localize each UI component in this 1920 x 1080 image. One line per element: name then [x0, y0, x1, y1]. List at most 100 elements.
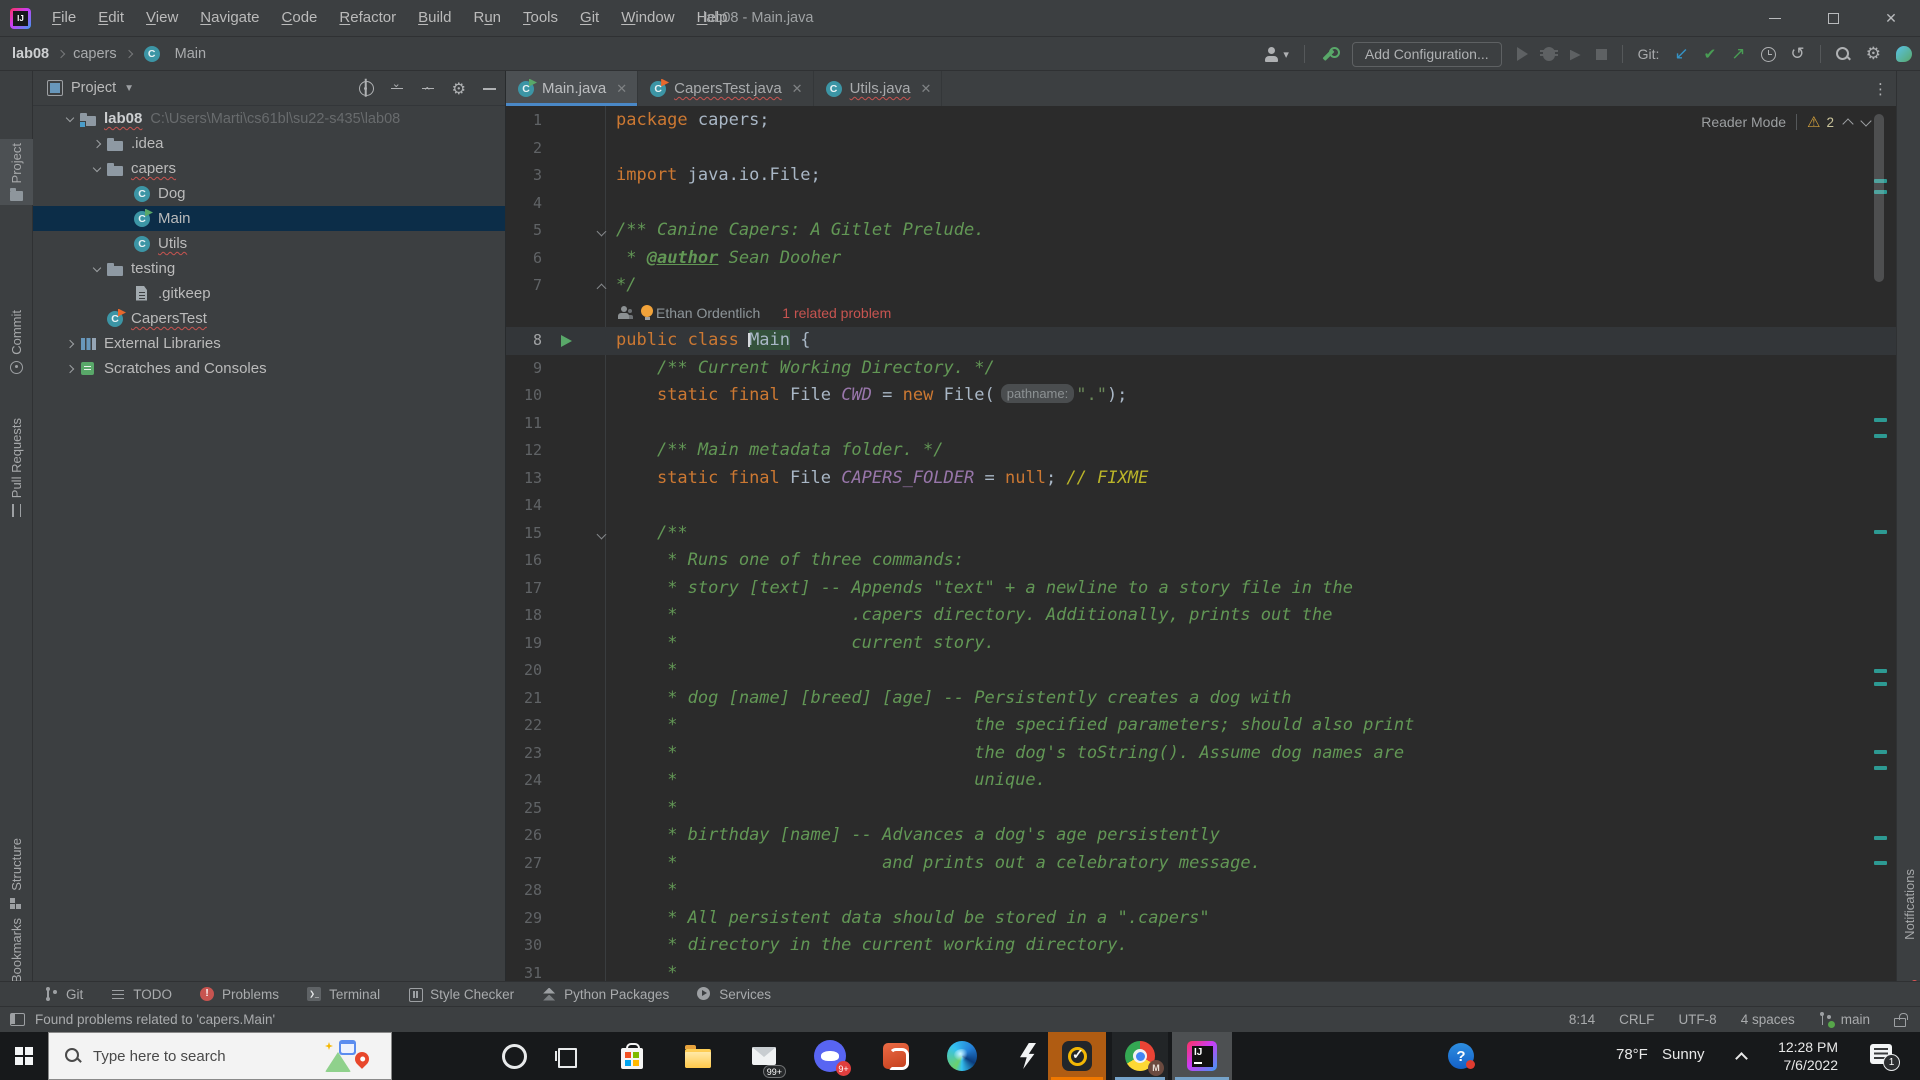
tree-item-capers[interactable]: capers [33, 156, 505, 181]
lock-icon[interactable] [1894, 1012, 1908, 1027]
sidebar-item-project[interactable]: Project [0, 139, 33, 206]
fold-down-icon[interactable] [596, 529, 607, 539]
line-separator[interactable]: CRLF [1619, 1012, 1654, 1027]
run-icon[interactable] [1516, 47, 1528, 61]
code-line-5[interactable]: 5 /** Canine Capers: A Gitlet Prelude. [506, 217, 1896, 245]
taskbar-clock[interactable]: 12:28 PM 7/6/2022 [1778, 1038, 1838, 1074]
code-line-12[interactable]: 12 /** Main metadata folder. */ [506, 437, 1896, 465]
code-line-15[interactable]: 15 /** [506, 520, 1896, 548]
analysis-stripe-mark[interactable] [1874, 418, 1887, 422]
lightning-app-button[interactable] [1004, 1032, 1052, 1080]
code-line-25[interactable]: 25 * [506, 795, 1896, 823]
tree-item-main[interactable]: Main [33, 206, 505, 231]
code-line-7[interactable]: 7 */ [506, 272, 1896, 300]
code-author[interactable]: Ethan Ordentlich [656, 305, 760, 321]
hide-panel-icon[interactable] [482, 81, 497, 96]
code-line-26[interactable]: 26 * birthday [name] -- Advances a dog's… [506, 822, 1896, 850]
weather-temperature[interactable]: 78°F [1616, 1046, 1648, 1063]
code-line-10[interactable]: 10 static final File CWD = new File(path… [506, 382, 1896, 410]
history-icon[interactable] [1760, 46, 1776, 62]
code-line-23[interactable]: 23 * the dog's toString(). Assume dog na… [506, 740, 1896, 768]
code-line-6[interactable]: 6 * @author Sean Dooher [506, 245, 1896, 273]
code-line-14[interactable]: 14 [506, 492, 1896, 520]
warning-count[interactable]: 2 [1826, 115, 1834, 130]
menu-refactor[interactable]: Refactor [328, 0, 407, 36]
menu-code[interactable]: Code [271, 0, 329, 36]
panel-settings-gear-icon[interactable]: ⚙ [452, 81, 466, 97]
debug-icon[interactable] [1539, 47, 1558, 61]
tab-caperstest-java[interactable]: CapersTest.java ✕ [638, 71, 814, 106]
tree-item-caperstest[interactable]: CapersTest [33, 306, 505, 331]
analysis-stripe-mark[interactable] [1874, 750, 1887, 754]
tree-item-testing[interactable]: testing [33, 256, 505, 281]
tree-item--idea[interactable]: .idea [33, 131, 505, 156]
close-icon[interactable]: ✕ [792, 81, 803, 97]
menu-edit[interactable]: Edit [87, 0, 135, 36]
code-line-18[interactable]: 18 * .capers directory. Additionally, pr… [506, 602, 1896, 630]
code-line-24[interactable]: 24 * unique. [506, 767, 1896, 795]
code-line-11[interactable]: 11 [506, 410, 1896, 438]
git-update-icon[interactable]: ↙ [1674, 45, 1688, 63]
code-line-21[interactable]: 21 * dog [name] [breed] [age] -- Persist… [506, 685, 1896, 713]
related-problem-link[interactable]: 1 related problem [782, 305, 891, 321]
menu-navigate[interactable]: Navigate [189, 0, 270, 36]
chevron-down-icon[interactable]: ▼ [124, 83, 134, 94]
menu-run[interactable]: Run [462, 0, 512, 36]
office-button[interactable] [872, 1032, 920, 1080]
fold-down-icon[interactable] [596, 226, 607, 237]
code-line-16[interactable]: 16 * Runs one of three commands: [506, 547, 1896, 575]
mail-button[interactable]: 99+ [740, 1032, 788, 1080]
code-line-13[interactable]: 13 static final File CAPERS_FOLDER = nul… [506, 465, 1896, 493]
discord-button[interactable]: 9+ [806, 1032, 854, 1080]
menu-file[interactable]: File [41, 0, 87, 36]
tab-main-java[interactable]: Main.java ✕ [506, 71, 639, 106]
chevron-right-icon[interactable] [63, 364, 77, 373]
toolwindow-style-checker[interactable]: Style Checker [408, 987, 514, 1002]
next-problem-icon[interactable] [1860, 115, 1872, 127]
code-line-31[interactable]: 31 * [506, 960, 1896, 982]
analysis-stripe-mark[interactable] [1874, 836, 1887, 840]
analysis-stripe-mark[interactable] [1874, 861, 1887, 865]
tab-utils-java[interactable]: Utils.java ✕ [814, 71, 943, 106]
tree-item--gitkeep[interactable]: .gitkeep [33, 281, 505, 306]
analysis-stripe-mark[interactable] [1874, 766, 1887, 770]
previous-problem-icon[interactable] [1842, 118, 1854, 130]
breadcrumb-item-capers[interactable]: capers [73, 46, 117, 62]
analysis-stripe-mark[interactable] [1874, 682, 1887, 686]
locate-file-icon[interactable] [358, 81, 374, 96]
code-line-22[interactable]: 22 * the specified parameters; should al… [506, 712, 1896, 740]
rollback-icon[interactable]: ↺ [1791, 45, 1805, 63]
file-explorer-button[interactable] [674, 1032, 722, 1080]
minimize-button[interactable] [1746, 0, 1804, 37]
sidebar-item-structure[interactable]: Structure [0, 834, 33, 914]
code-line-2[interactable]: 2 [506, 135, 1896, 163]
file-encoding[interactable]: UTF-8 [1678, 1012, 1716, 1027]
microsoft-store-button[interactable] [608, 1032, 656, 1080]
chevron-right-icon[interactable] [63, 339, 77, 348]
coverage-icon[interactable] [1569, 49, 1581, 61]
reader-mode-toggle[interactable]: Reader Mode [1701, 114, 1786, 130]
tree-item-lab08[interactable]: lab08 C:\Users\Marti\cs61bl\su22-s435\lab… [33, 106, 505, 131]
code-vision-inlay[interactable]: Ethan Ordentlich 1 related problem [506, 300, 1896, 328]
search-highlights-graphic[interactable] [325, 1040, 381, 1074]
code-line-30[interactable]: 30 * directory in the current working di… [506, 932, 1896, 960]
close-icon[interactable]: ✕ [616, 81, 627, 97]
sidebar-item-pull-requests[interactable]: Pull Requests [0, 414, 33, 521]
code-with-me-icon[interactable] [1896, 46, 1912, 62]
task-view-button[interactable] [542, 1032, 590, 1080]
caret-position[interactable]: 8:14 [1569, 1012, 1595, 1027]
code-line-28[interactable]: 28 * [506, 877, 1896, 905]
code-line-27[interactable]: 27 * and prints out a celebratory messag… [506, 850, 1896, 878]
stop-icon[interactable] [1595, 48, 1607, 60]
tab-options-kebab-icon[interactable]: ⋮ [1873, 71, 1888, 106]
breadcrumb-item-lab08[interactable]: lab08 [12, 46, 49, 62]
git-branch-name[interactable]: main [1841, 1012, 1870, 1027]
sidebar-item-notifications[interactable]: Notifications [1897, 869, 1920, 940]
analysis-stripe-mark[interactable] [1874, 434, 1887, 438]
chevron-down-icon[interactable] [90, 263, 104, 272]
tree-item-scratches-and-consoles[interactable]: Scratches and Consoles [33, 356, 505, 381]
expand-all-icon[interactable] [390, 77, 405, 96]
toolwindow-git[interactable]: Git [44, 986, 83, 1002]
code-line-8[interactable]: 8 public class Main { [506, 327, 1896, 355]
close-icon[interactable]: ✕ [920, 81, 931, 97]
